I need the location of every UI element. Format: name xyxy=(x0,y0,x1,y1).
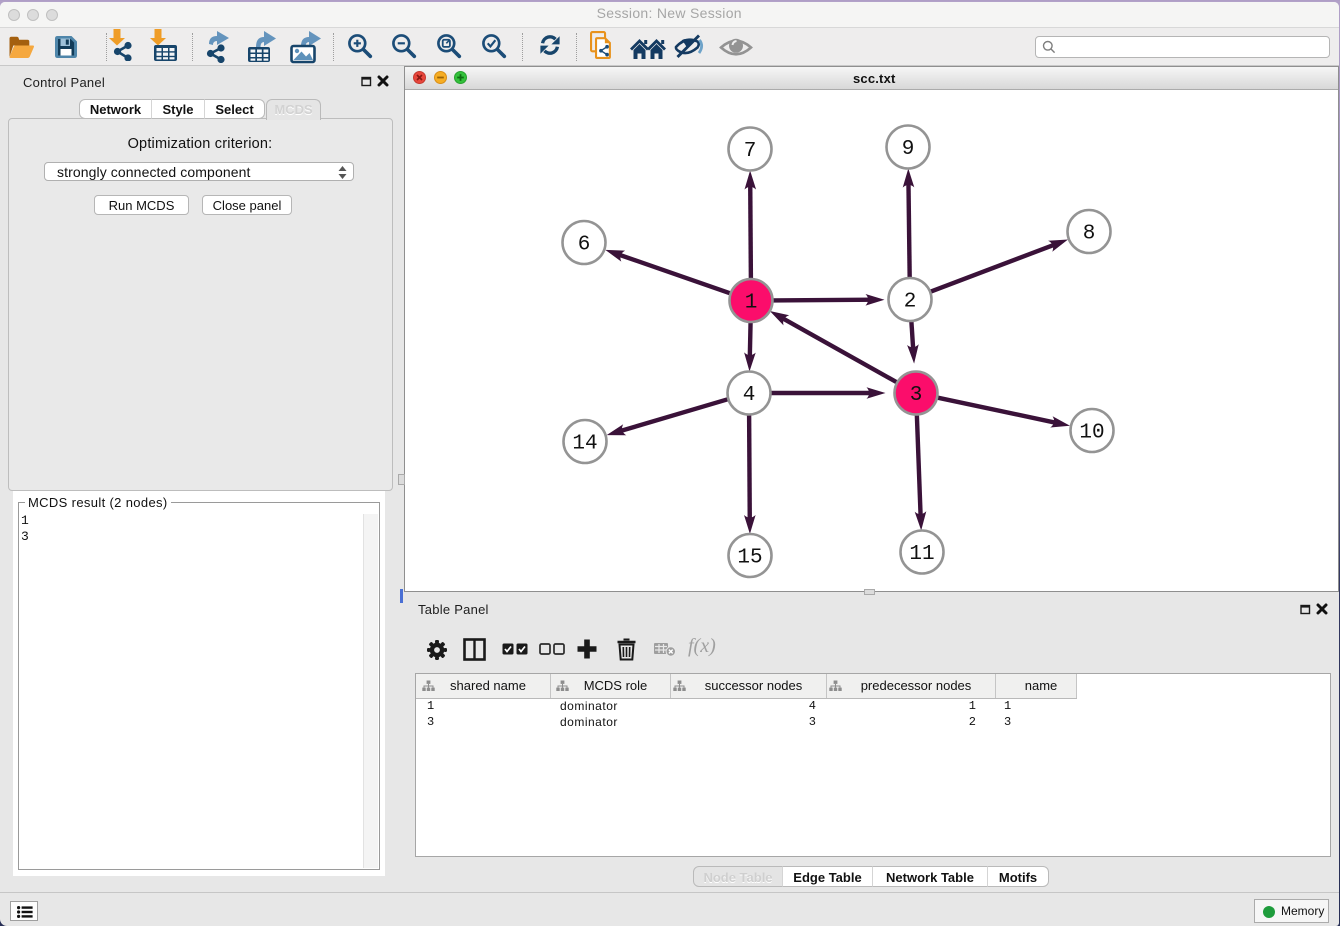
svg-text:3: 3 xyxy=(910,384,923,407)
svg-text:15: 15 xyxy=(737,547,762,570)
svg-text:1: 1 xyxy=(745,292,758,315)
svg-text:9: 9 xyxy=(902,138,915,161)
svg-text:14: 14 xyxy=(572,433,597,456)
svg-text:11: 11 xyxy=(909,543,934,566)
svg-text:7: 7 xyxy=(744,140,757,163)
svg-text:6: 6 xyxy=(578,234,591,257)
svg-text:4: 4 xyxy=(743,384,756,407)
svg-text:10: 10 xyxy=(1079,422,1104,445)
svg-text:8: 8 xyxy=(1083,223,1096,246)
svg-text:2: 2 xyxy=(904,291,917,314)
